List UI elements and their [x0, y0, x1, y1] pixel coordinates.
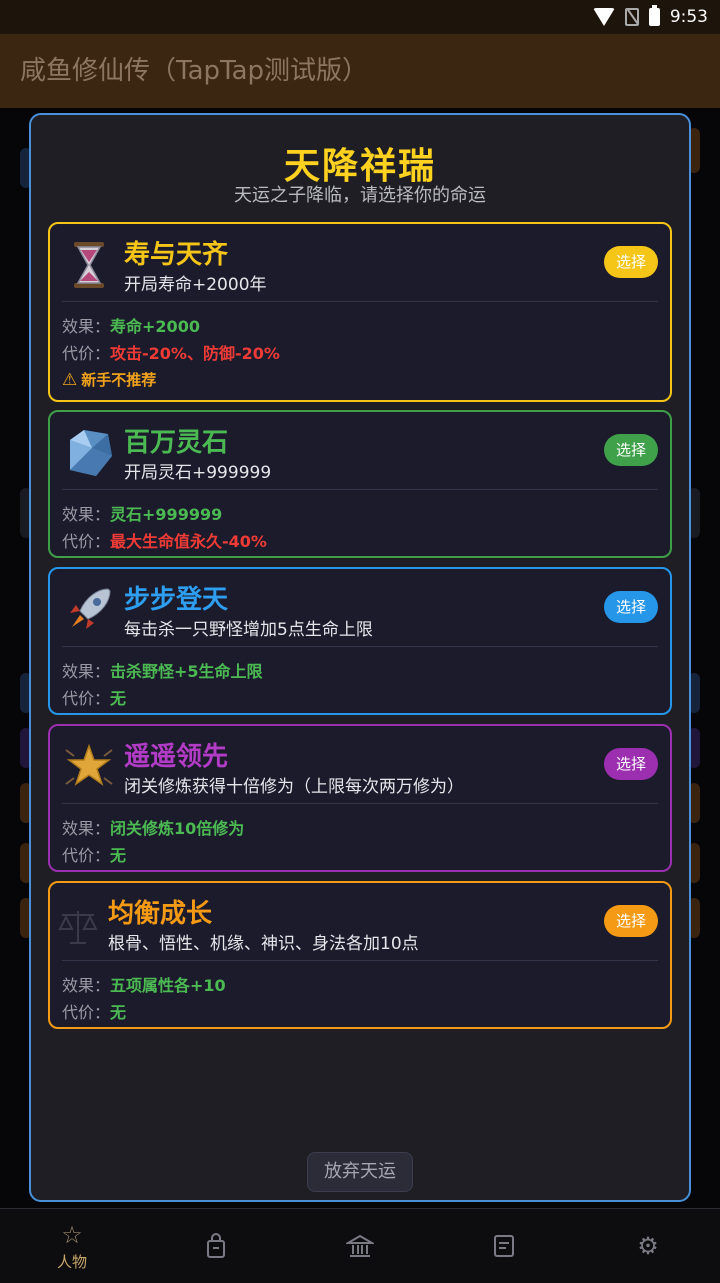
effect-row: 效果：击杀野怪+5生命上限 — [62, 658, 263, 682]
option-desc: 开局灵石+999999 — [124, 463, 272, 483]
nav-home[interactable] — [288, 1209, 432, 1283]
cost-label: 代价： — [62, 846, 111, 865]
option-name: 步步登天 — [124, 585, 229, 615]
effect-value: 击杀野怪+5生命上限 — [110, 662, 263, 681]
status-time: 9:53 — [669, 7, 708, 27]
wifi-icon — [592, 8, 615, 26]
select-button-far-ahead[interactable]: 选择 — [604, 748, 658, 780]
cost-row: 代价：无 — [62, 842, 126, 866]
option-card-spirit-stones[interactable]: 百万灵石 开局灵石+999999 选择 效果：灵石+999999 代价：最大生命… — [48, 410, 672, 558]
effect-row: 效果：灵石+999999 — [62, 501, 222, 525]
nav-bag[interactable] — [144, 1209, 288, 1283]
no-sim-icon — [624, 8, 639, 26]
option-desc: 开局寿命+2000年 — [124, 275, 267, 295]
cost-value: 无 — [110, 689, 127, 708]
divider — [62, 301, 658, 302]
option-desc: 每击杀一只野怪增加5点生命上限 — [124, 620, 373, 640]
cost-label: 代价： — [62, 1003, 111, 1022]
divider — [62, 646, 658, 647]
gear-icon: ⚙ — [637, 1232, 659, 1260]
status-bar: 9:53 — [0, 0, 720, 34]
divider — [62, 960, 658, 961]
effect-value: 灵石+999999 — [110, 505, 223, 524]
cost-value: 攻击-20%、防御-20% — [110, 344, 280, 363]
option-desc: 根骨、悟性、机缘、神识、身法各加10点 — [108, 934, 419, 954]
option-card-longevity[interactable]: 寿与天齐 开局寿命+2000年 选择 效果：寿命+2000 代价：攻击-20%、… — [48, 222, 672, 402]
option-card-far-ahead[interactable]: 遥遥领先 闭关修炼获得十倍修为（上限每次两万修为） 选择 效果：闭关修炼10倍修… — [48, 724, 672, 872]
option-desc: 闭关修炼获得十倍修为（上限每次两万修为） — [124, 777, 464, 797]
effect-label: 效果： — [62, 505, 111, 524]
temple-icon — [346, 1234, 374, 1257]
option-name: 百万灵石 — [124, 428, 229, 458]
bag-icon — [207, 1233, 225, 1258]
scales-icon — [58, 897, 98, 951]
nav-log[interactable] — [432, 1209, 576, 1283]
star-icon — [62, 740, 116, 794]
cost-value: 无 — [110, 1003, 127, 1022]
effect-label: 效果： — [62, 662, 111, 681]
cost-value: 最大生命值永久-40% — [110, 532, 267, 551]
option-card-step-up[interactable]: 步步登天 每击杀一只野怪增加5点生命上限 选择 效果：击杀野怪+5生命上限 代价… — [48, 567, 672, 715]
select-button-step-up[interactable]: 选择 — [604, 591, 658, 623]
nav-character-label: 人物 — [56, 1252, 87, 1271]
effect-label: 效果： — [62, 976, 111, 995]
rocket-icon — [62, 583, 116, 637]
effect-label: 效果： — [62, 819, 111, 838]
diamond-icon — [62, 426, 116, 480]
warning-note: ⚠ 新手不推荐 — [62, 369, 156, 390]
effect-row: 效果：寿命+2000 — [62, 313, 200, 337]
effect-row: 效果：闭关修炼10倍修为 — [62, 815, 244, 839]
cost-row: 代价：攻击-20%、防御-20% — [62, 340, 280, 364]
abandon-fortune-button[interactable]: 放弃天运 — [307, 1152, 413, 1192]
select-button-longevity[interactable]: 选择 — [604, 246, 658, 278]
cost-label: 代价： — [62, 532, 111, 551]
option-name: 遥遥领先 — [124, 742, 229, 772]
notes-icon — [494, 1235, 514, 1257]
cost-row: 代价：无 — [62, 999, 126, 1023]
select-button-spirit-stones[interactable]: 选择 — [604, 434, 658, 466]
cost-label: 代价： — [62, 344, 111, 363]
effect-value: 寿命+2000 — [110, 317, 200, 336]
cost-row: 代价：无 — [62, 685, 126, 709]
warning-text: 新手不推荐 — [81, 371, 157, 389]
divider — [62, 803, 658, 804]
hourglass-icon — [62, 238, 116, 292]
battery-icon — [648, 5, 660, 26]
nav-settings[interactable]: ⚙ — [576, 1209, 720, 1283]
warning-icon: ⚠ — [62, 369, 78, 390]
fortune-dialog: 天降祥瑞 天运之子降临，请选择你的命运 寿与天齐 开局寿命+2000年 选择 效… — [29, 113, 691, 1202]
bottom-navigation: ☆ 人物 ⚙ — [0, 1208, 720, 1283]
option-name: 寿与天齐 — [124, 240, 229, 270]
effect-label: 效果： — [62, 317, 111, 336]
cost-value: 无 — [110, 846, 127, 865]
effect-row: 效果：五项属性各+10 — [62, 972, 226, 996]
app-title: 咸鱼修仙传（TapTap测试版） — [0, 34, 720, 108]
option-card-balanced-growth[interactable]: 均衡成长 根骨、悟性、机缘、神识、身法各加10点 选择 效果：五项属性各+10 … — [48, 881, 672, 1029]
option-name: 均衡成长 — [108, 899, 213, 929]
star-outline-icon: ☆ — [61, 1220, 83, 1249]
cost-label: 代价： — [62, 689, 111, 708]
effect-value: 闭关修炼10倍修为 — [110, 819, 245, 838]
dialog-subtitle: 天运之子降临，请选择你的命运 — [234, 185, 486, 206]
cost-row: 代价：最大生命值永久-40% — [62, 528, 267, 552]
select-button-balanced-growth[interactable]: 选择 — [604, 905, 658, 937]
divider — [62, 489, 658, 490]
nav-character[interactable]: ☆ 人物 — [0, 1209, 144, 1283]
effect-value: 五项属性各+10 — [110, 976, 226, 995]
